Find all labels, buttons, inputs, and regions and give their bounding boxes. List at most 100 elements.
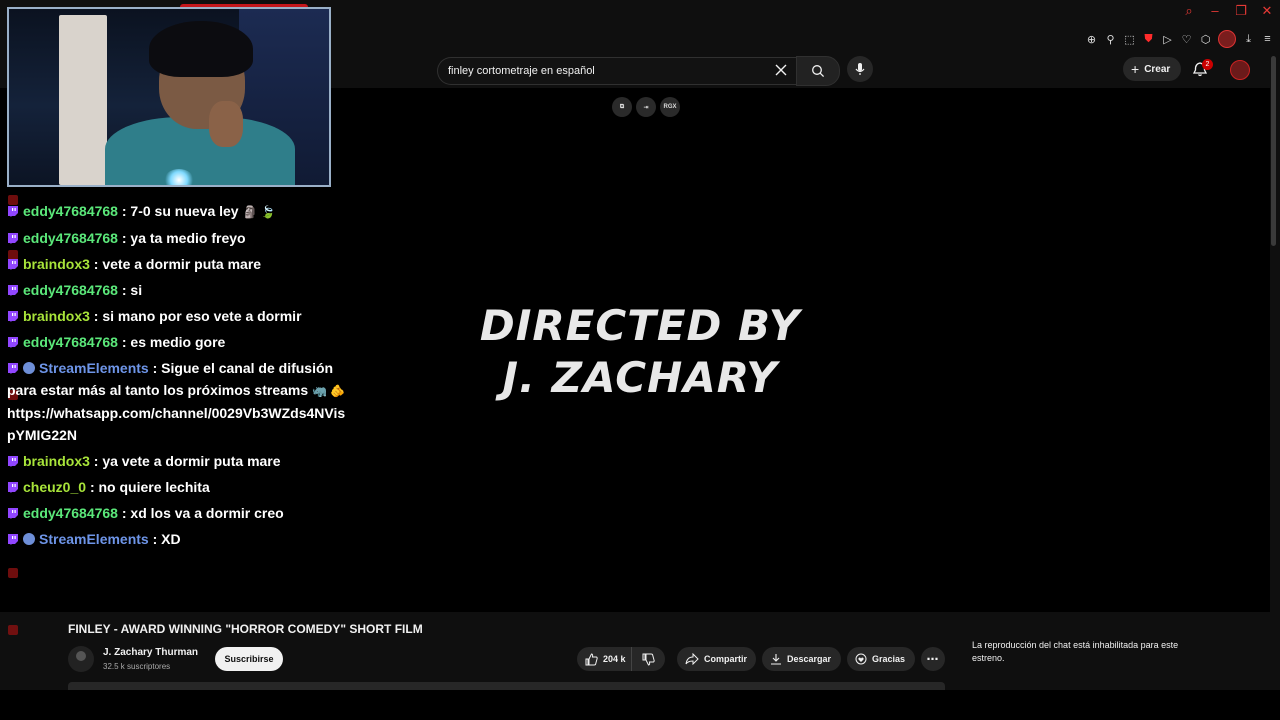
streamer-webcam <box>7 7 331 187</box>
thumbs-down-icon <box>642 653 655 666</box>
download-label: Descargar <box>787 654 832 664</box>
more-dots-icon: ⋯ <box>926 652 940 666</box>
zoom-icon[interactable]: ⊕ <box>1085 33 1098 46</box>
pip-icon[interactable]: ⧉ <box>612 97 632 117</box>
chat-message: eddy47684768 : xd los va a dormir creo <box>7 502 367 524</box>
twitch-icon <box>8 363 18 374</box>
chat-username[interactable]: eddy47684768 <box>23 334 118 350</box>
chat-username[interactable]: braindox3 <box>23 256 90 272</box>
chat-message: cheuz0_0 : no quiere lechita <box>7 476 367 498</box>
plus-icon: + <box>1131 61 1140 77</box>
voice-search-button[interactable] <box>847 56 873 82</box>
twitch-icon <box>8 508 18 519</box>
page-scrollbar[interactable] <box>1271 56 1276 246</box>
verified-badge-icon <box>23 362 35 374</box>
browser-toolbar: ⊕ ⚲ ⬚ ⛊ ▷ ♡ ⬡ ⤓ ≡ <box>1085 30 1274 48</box>
chat-message: eddy47684768 : es medio gore <box>7 331 367 353</box>
chat-message: eddy47684768 : ya ta medio freyo <box>7 227 367 249</box>
download-button[interactable]: Descargar <box>762 647 841 671</box>
search-button[interactable] <box>796 56 840 86</box>
webcam-hand <box>209 101 243 147</box>
chat-message: braindox3 : vete a dormir puta mare <box>7 253 367 275</box>
chat-text: : 7-0 su nueva ley <box>121 203 239 219</box>
profile-avatar[interactable] <box>1218 30 1236 48</box>
taskbar <box>0 690 1280 720</box>
chat-username[interactable]: StreamElements <box>39 360 149 376</box>
thanks-heart-icon <box>855 653 867 665</box>
verified-badge-icon <box>23 533 35 545</box>
search-window-icon[interactable]: ⌕ <box>1182 3 1196 19</box>
share-label: Compartir <box>704 654 748 664</box>
sidebar-marker <box>8 625 18 635</box>
twitch-icon <box>8 482 18 493</box>
share-icon <box>685 653 699 665</box>
chat-username[interactable]: eddy47684768 <box>23 230 118 246</box>
like-dislike-group: 204 k <box>577 647 665 671</box>
rgx-button[interactable]: RGX <box>660 97 680 117</box>
chat-emoji: 🦏 🫵 <box>312 384 346 398</box>
video-frame-credits: DIRECTED BY J. ZACHARY <box>420 300 860 404</box>
minimize-icon[interactable]: – <box>1208 3 1222 19</box>
webcam-light <box>164 169 194 185</box>
thanks-button[interactable]: Gracias <box>847 647 915 671</box>
chat-username[interactable]: StreamElements <box>39 531 149 547</box>
description-box[interactable] <box>68 682 945 690</box>
pin-icon[interactable]: ⚲ <box>1104 33 1117 46</box>
twitch-icon <box>8 534 18 545</box>
channel-avatar[interactable] <box>68 646 94 672</box>
chat-text: : xd los va a dormir creo <box>121 505 284 521</box>
chat-link[interactable]: pYMIG22N <box>7 427 77 443</box>
microphone-icon <box>855 63 865 75</box>
chat-username[interactable]: eddy47684768 <box>23 505 118 521</box>
credit-line: DIRECTED BY <box>479 301 801 350</box>
video-title: FINLEY - AWARD WINNING "HORROR COMEDY" S… <box>68 622 423 636</box>
subscriber-count: 32.5 k suscriptores <box>103 662 171 671</box>
twitch-icon <box>8 259 18 270</box>
chat-message: eddy47684768 : si <box>7 279 367 301</box>
search-icon <box>812 65 825 78</box>
heart-icon[interactable]: ♡ <box>1180 33 1193 46</box>
search-input[interactable] <box>438 64 770 78</box>
clear-search-icon[interactable] <box>774 63 788 77</box>
extensions-icon[interactable]: ⬡ <box>1199 33 1212 46</box>
chat-text: : vete a dormir puta mare <box>93 256 262 272</box>
create-label: Crear <box>1144 63 1171 75</box>
chat-username[interactable]: braindox3 <box>23 308 90 324</box>
chat-message: braindox3 : si mano por eso vete a dormi… <box>7 305 367 327</box>
chat-username[interactable]: eddy47684768 <box>23 203 118 219</box>
play-icon[interactable]: ▷ <box>1161 33 1174 46</box>
credit-line: J. ZACHARY <box>502 353 778 402</box>
chat-text: : ya vete a dormir puta mare <box>93 453 281 469</box>
screenshot-icon[interactable]: ⬚ <box>1123 33 1136 46</box>
download-icon[interactable]: ⤓ <box>1242 33 1255 46</box>
live-chat-disabled-message: La reproducción del chat está inhabilita… <box>972 640 1179 663</box>
chat-text: : no quiere lechita <box>89 479 210 495</box>
create-button[interactable]: + Crear <box>1123 57 1181 81</box>
menu-icon[interactable]: ≡ <box>1261 33 1274 46</box>
chat-text: : Sigue el canal de difusión <box>152 360 334 376</box>
chat-username[interactable]: braindox3 <box>23 453 90 469</box>
thumbs-up-icon <box>585 652 598 665</box>
twitch-icon <box>8 233 18 244</box>
subscribe-button[interactable]: Suscribirse <box>215 647 283 671</box>
chat-link[interactable]: https://whatsapp.com/channel/0029Vb3WZds… <box>7 405 345 421</box>
chat-message: braindox3 : ya vete a dormir puta mare <box>7 450 367 472</box>
share-button[interactable]: Compartir <box>677 647 756 671</box>
twitch-icon <box>8 285 18 296</box>
chat-username[interactable]: eddy47684768 <box>23 282 118 298</box>
chat-username[interactable]: cheuz0_0 <box>23 479 86 495</box>
user-avatar[interactable] <box>1230 60 1250 80</box>
enter-icon[interactable]: ⇥ <box>636 97 656 117</box>
close-window-icon[interactable]: ✕ <box>1260 3 1274 19</box>
like-button[interactable]: 204 k <box>577 647 632 671</box>
channel-name[interactable]: J. Zachary Thurman <box>103 647 198 658</box>
twitch-icon <box>8 337 18 348</box>
dislike-button[interactable] <box>632 653 665 666</box>
more-actions-button[interactable]: ⋯ <box>921 647 945 671</box>
restore-icon[interactable]: ❐ <box>1234 3 1248 19</box>
chat-message: eddy47684768 : 7-0 su nueva ley 🗿 🍃 <box>7 200 367 223</box>
shield-icon[interactable]: ⛊ <box>1142 33 1155 46</box>
thanks-label: Gracias <box>872 654 906 664</box>
download-arrow-icon <box>771 654 781 665</box>
chat-text: : si mano por eso vete a dormir <box>93 308 302 324</box>
